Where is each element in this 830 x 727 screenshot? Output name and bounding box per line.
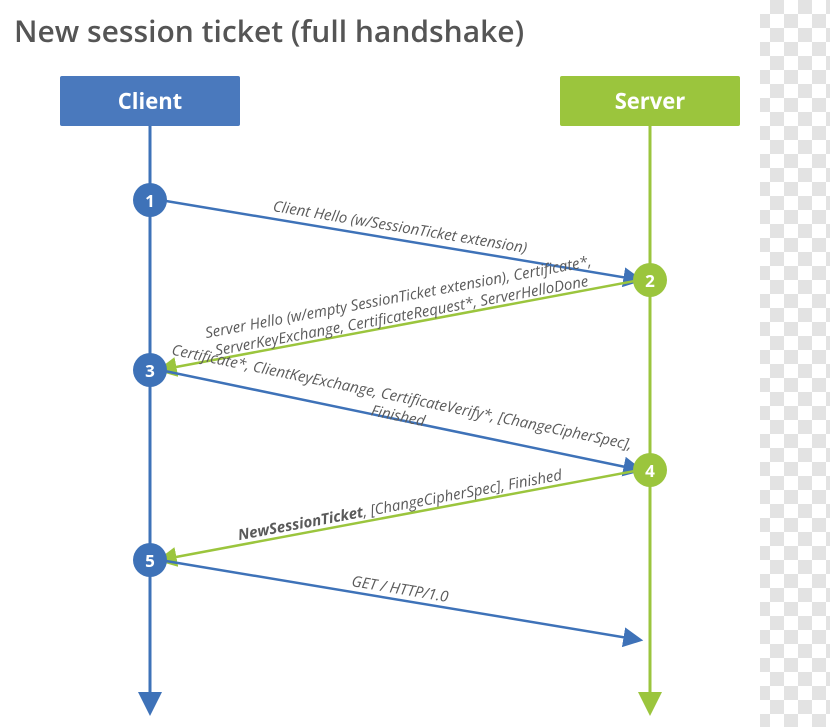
step-number: 1	[145, 189, 155, 212]
step-node-3: 3	[133, 353, 167, 387]
step-number: 5	[145, 549, 155, 572]
step-number: 4	[645, 459, 655, 482]
step-node-1: 1	[133, 183, 167, 217]
page: New session ticket (full handshake) Clie…	[0, 0, 830, 727]
step-number: 3	[145, 359, 155, 382]
step-number: 2	[645, 269, 655, 292]
step-node-4: 4	[633, 453, 667, 487]
arrow-1	[160, 200, 640, 280]
arrow-4	[160, 470, 640, 560]
step-node-2: 2	[633, 263, 667, 297]
arrow-2	[160, 280, 640, 370]
step-node-5: 5	[133, 543, 167, 577]
sequence-svg	[0, 0, 830, 727]
arrow-5	[160, 560, 640, 640]
arrow-3	[160, 370, 640, 470]
